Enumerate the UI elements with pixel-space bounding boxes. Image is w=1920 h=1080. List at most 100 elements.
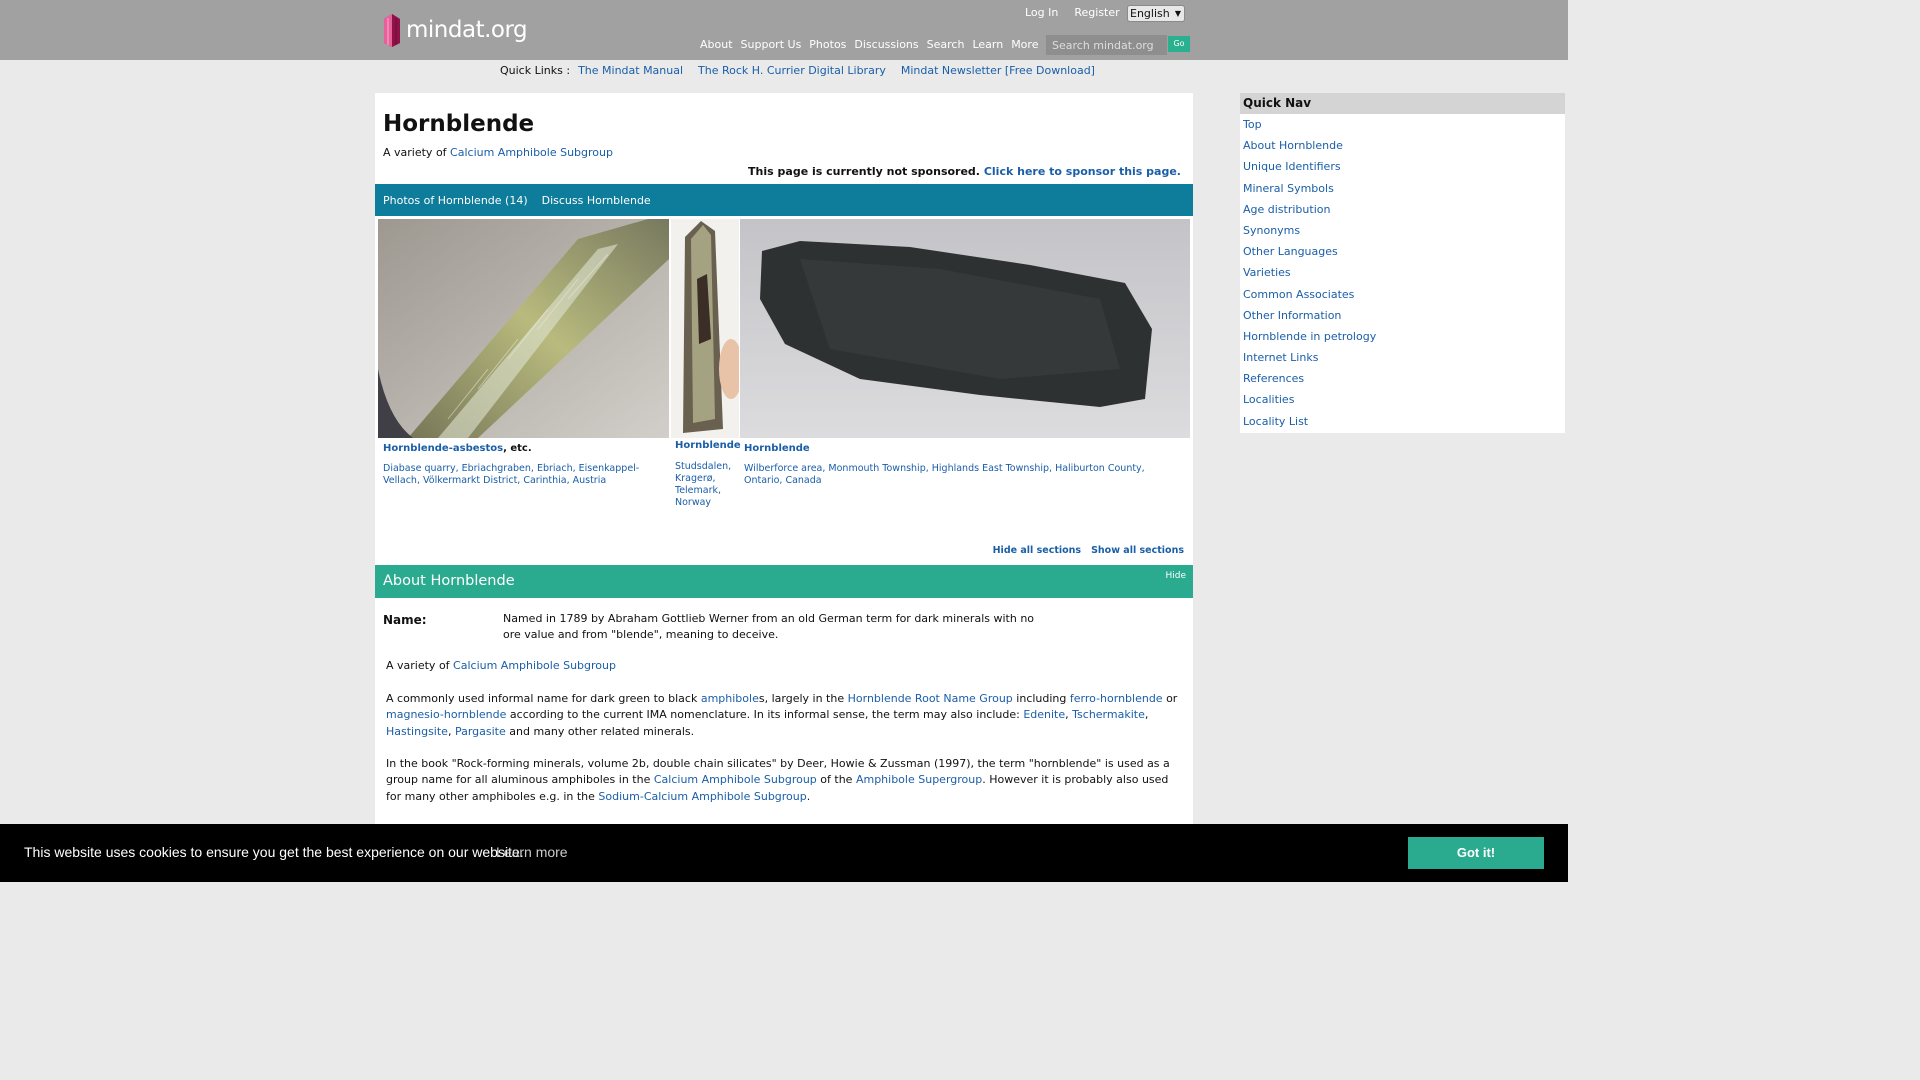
photo-image [671, 219, 739, 438]
quick-nav-other-languages[interactable]: Other Languages [1240, 241, 1565, 262]
quick-nav-unique-identifiers[interactable]: Unique Identifiers [1240, 156, 1565, 177]
separator: , [1144, 708, 1149, 722]
language-value: English [1130, 7, 1170, 20]
variety-prefix: A variety of [383, 146, 447, 159]
photo-caption-1: Hornblende-asbestos, etc. Diabase quarry… [383, 443, 663, 487]
register-link[interactable]: Register [1074, 6, 1119, 19]
text: or [1162, 692, 1178, 705]
text: . [806, 789, 811, 803]
nav-learn[interactable]: Learn [972, 38, 1003, 51]
quick-links-bar: Quick Links : The Mindat Manual The Rock… [500, 64, 1110, 77]
quick-nav-mineral-symbols[interactable]: Mineral Symbols [1240, 178, 1565, 199]
quick-nav-references[interactable]: References [1240, 368, 1565, 389]
quick-links-label: Quick Links : [500, 64, 571, 77]
text: including [1012, 692, 1070, 705]
crystal-logo-icon [384, 14, 400, 47]
photo-image [740, 219, 1190, 438]
hide-section-link[interactable]: Hide [1165, 571, 1186, 581]
sponsor-link[interactable]: Click here to sponsor this page. [984, 165, 1181, 178]
nav-photos[interactable]: Photos [809, 38, 846, 51]
quick-nav-other-information[interactable]: Other Information [1240, 305, 1565, 326]
name-label: Name: [383, 613, 427, 627]
mineral-tab-bar: Photos of Hornblende (14) Discuss Hornbl… [375, 184, 1193, 216]
about-variety-line: A variety of Calcium Amphibole Subgroup [386, 658, 1186, 674]
search-input[interactable]: Search mindat.org [1046, 35, 1167, 55]
about-paragraph-2: A commonly used informal name for dark g… [386, 691, 1186, 740]
link-amphibole[interactable]: amphibole [701, 692, 759, 705]
account-links: Log In Register [1025, 6, 1136, 19]
logo-text: mindat.org [406, 17, 528, 43]
variety-prefix: A variety of [386, 659, 450, 672]
nav-about[interactable]: About [700, 38, 733, 51]
about-paragraph-3: In the book "Rock-forming minerals, volu… [386, 756, 1186, 805]
variety-link[interactable]: Calcium Amphibole Subgroup [450, 146, 613, 159]
cookie-accept-button[interactable]: Got it! [1408, 837, 1544, 869]
quick-nav-about[interactable]: About Hornblende [1240, 135, 1565, 156]
chevron-down-icon: ▼ [1174, 9, 1181, 18]
quick-nav-synonyms[interactable]: Synonyms [1240, 220, 1565, 241]
quick-nav-locality-list[interactable]: Locality List [1240, 411, 1565, 432]
mindat-logo[interactable]: mindat.org [380, 11, 540, 49]
text: A commonly used informal name for dark g… [386, 692, 701, 705]
photo-name-link[interactable]: Hornblende [675, 440, 741, 451]
text: according to the current IMA nomenclatur… [506, 708, 1024, 722]
link-calcium-amphibole-subgroup[interactable]: Calcium Amphibole Subgroup [654, 773, 817, 786]
quick-nav-petrology[interactable]: Hornblende in petrology [1240, 326, 1565, 347]
link-sodium-calcium-subgroup[interactable]: Sodium-Calcium Amphibole Subgroup [598, 790, 806, 803]
quick-link-newsletter[interactable]: Mindat Newsletter [Free Download] [901, 64, 1095, 77]
nav-search[interactable]: Search [927, 38, 965, 51]
variety-line: A variety of Calcium Amphibole Subgroup [383, 146, 613, 159]
photo-hornblende-asbestos[interactable] [378, 219, 669, 438]
link-magnesio-hornblende[interactable]: magnesio-hornblende [386, 708, 506, 721]
sponsor-notice: This page is currently not sponsored. Cl… [748, 165, 1181, 178]
text: and many other related minerals. [505, 724, 695, 738]
quick-nav-panel: Quick Nav Top About Hornblende Unique Id… [1240, 93, 1565, 433]
photo-hornblende-rock[interactable] [740, 219, 1190, 438]
text: of the [816, 773, 856, 787]
tab-discuss[interactable]: Discuss Hornblende [542, 194, 651, 207]
separator: , [447, 724, 455, 738]
text: s, largely in the [758, 692, 848, 705]
link-hornblende-root-group[interactable]: Hornblende Root Name Group [848, 692, 1013, 705]
login-link[interactable]: Log In [1025, 6, 1058, 19]
quick-nav-internet-links[interactable]: Internet Links [1240, 347, 1565, 368]
main-nav: About Support Us Photos Discussions Sear… [700, 38, 1046, 51]
link-amphibole-supergroup[interactable]: Amphibole Supergroup [856, 773, 982, 786]
nav-discussions[interactable]: Discussions [854, 38, 918, 51]
quick-nav-title: Quick Nav [1240, 93, 1565, 114]
nav-more[interactable]: More [1011, 38, 1038, 51]
search-go-button[interactable]: Go [1168, 36, 1190, 52]
page-title: Hornblende [383, 111, 535, 137]
photo-hornblende-crystal[interactable] [671, 219, 739, 438]
quick-nav-top[interactable]: Top [1240, 114, 1565, 135]
hide-all-sections-link[interactable]: Hide all sections [993, 545, 1081, 556]
cookie-message: This website uses cookies to ensure you … [24, 844, 524, 860]
quick-nav-varieties[interactable]: Varieties [1240, 262, 1565, 283]
section-controls: Hide all sections Show all sections [993, 545, 1184, 556]
link-pargasite[interactable]: Pargasite [455, 725, 506, 738]
quick-nav-common-associates[interactable]: Common Associates [1240, 284, 1565, 305]
nav-support-us[interactable]: Support Us [741, 38, 802, 51]
cookie-banner: This website uses cookies to ensure you … [0, 824, 1568, 882]
photo-location-link[interactable]: Diabase quarry, Ebriachgraben, Ebriach, … [383, 463, 663, 487]
cookie-learn-more-link[interactable]: Learn more [496, 844, 568, 860]
photo-location-link[interactable]: Wilberforce area, Monmouth Township, Hig… [744, 463, 1184, 487]
link-edenite[interactable]: Edenite [1023, 708, 1065, 721]
link-hastingsite[interactable]: Hastingsite [386, 725, 448, 738]
language-select[interactable]: English ▼ [1127, 5, 1185, 22]
show-all-sections-link[interactable]: Show all sections [1091, 545, 1184, 556]
tab-photos[interactable]: Photos of Hornblende (14) [383, 194, 528, 207]
quick-nav-localities[interactable]: Localities [1240, 389, 1565, 410]
variety-link[interactable]: Calcium Amphibole Subgroup [453, 659, 616, 672]
link-tschermakite[interactable]: Tschermakite [1072, 708, 1145, 721]
photo-location-link[interactable]: Studsdalen, Kragerø, Telemark, Norway [675, 461, 737, 509]
sponsor-text: This page is currently not sponsored. [748, 165, 980, 178]
photo-name-link[interactable]: Hornblende-asbestos [383, 443, 503, 454]
photo-name-suffix: , etc. [503, 443, 532, 454]
photo-name-link[interactable]: Hornblende [744, 443, 810, 454]
quick-nav-age-distribution[interactable]: Age distribution [1240, 199, 1565, 220]
quick-link-manual[interactable]: The Mindat Manual [578, 64, 683, 77]
site-header: mindat.org Log In Register English ▼ Abo… [0, 0, 1568, 60]
link-ferro-hornblende[interactable]: ferro-hornblende [1070, 692, 1163, 705]
quick-link-library[interactable]: The Rock H. Currier Digital Library [698, 64, 886, 77]
